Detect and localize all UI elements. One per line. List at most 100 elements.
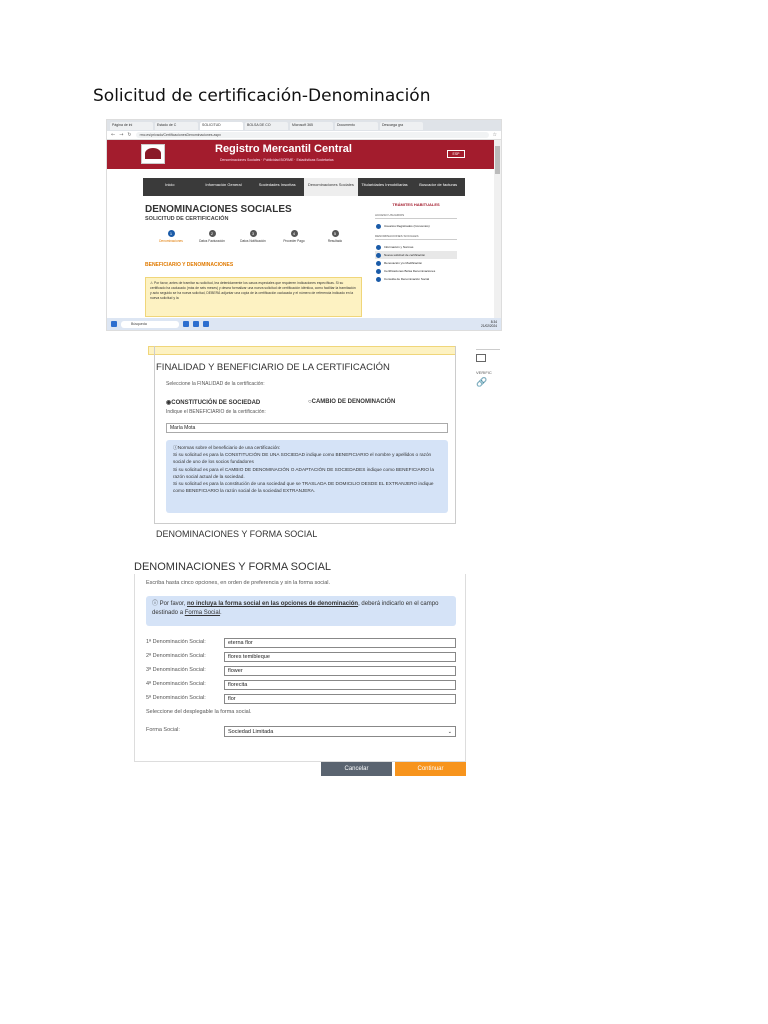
denominacion-input-5[interactable]: flor — [224, 694, 456, 704]
main-nav: Inicio Información General Sociedades In… — [143, 178, 465, 196]
info-line: Si su solicitud es para el CAMBIO DE DEN… — [173, 466, 434, 479]
forma-social-select[interactable]: Sociedad Limitada ⌄ — [224, 726, 456, 737]
browser-screenshot: Página de ini Estado de C SOLICITUD BOLS… — [106, 119, 502, 331]
page-title: DENOMINACIONES SOCIALES — [145, 204, 292, 215]
denominacion-row: 5ª Denominación Social: flor — [146, 694, 458, 704]
divider — [476, 349, 500, 350]
nav-facturas[interactable]: Buscador de facturas — [411, 178, 465, 196]
denominacion-row: 2ª Denominación Social: flores temiblequ… — [146, 652, 458, 662]
os-taskbar: Búsqueda 8:34 21/02/2024 — [107, 318, 501, 330]
info-line: Si su solicitud es para la constitución … — [173, 481, 434, 494]
sidebar-section: DENOMINACIONES SOCIALES — [375, 234, 457, 240]
rmc-title: Registro Mercantil Central — [215, 143, 352, 155]
star-icon[interactable]: ☆ — [493, 132, 497, 138]
nav-titularidades[interactable]: Titularidades Inmobiliarias — [358, 178, 412, 196]
forma-social-link[interactable]: Forma Social — [185, 610, 220, 616]
denominacion-label: 1ª Denominación Social: — [146, 639, 206, 645]
taskbar-app-icon[interactable] — [203, 321, 209, 327]
step-label: Resultado — [327, 239, 343, 243]
sidebar-item-bolsa[interactable]: Certificaciones Bolsa Denominaciones — [375, 267, 457, 275]
url-field[interactable]: rmc.es/privado/CertificacionesDenominaci… — [135, 132, 489, 138]
forma-social-label: Forma Social: — [146, 727, 180, 733]
taskbar-clock: 8:34 21/02/2024 — [481, 320, 497, 328]
radio-cambio[interactable]: ○CAMBIO DE DENOMINACIÓN — [308, 399, 395, 405]
step-label: Datos Facturación — [199, 239, 225, 243]
nav-informacion[interactable]: Información General — [197, 178, 251, 196]
denominacion-label: 5ª Denominación Social: — [146, 695, 206, 701]
radio-constitucion[interactable]: ◉CONSTITUCIÓN DE SOCIEDAD — [166, 399, 260, 406]
reload-icon[interactable]: ↻ — [127, 132, 131, 138]
page-subtitle: SOLICITUD DE CERTIFICACIÓN — [145, 216, 229, 222]
taskbar-search[interactable]: Búsqueda — [121, 320, 179, 328]
step-number: 5 — [331, 230, 339, 237]
nav-denominaciones[interactable]: Denominaciones Sociales — [304, 178, 358, 196]
beneficiario-prompt: Indique el BENEFICIARIO de la certificac… — [166, 409, 266, 415]
section-heading: BENEFICIARIO Y DENOMINACIONES — [145, 262, 234, 268]
nav-sociedades[interactable]: Sociedades Inscritas — [250, 178, 304, 196]
step: 3 Datos Notificación — [233, 230, 273, 250]
sidebar-item-usuarios[interactable]: Usuarios Registrados (Convenios) — [375, 222, 457, 230]
scrollbar[interactable] — [494, 140, 501, 318]
denominacion-input-3[interactable]: flower — [224, 666, 456, 676]
beneficiario-input[interactable]: María Mota — [166, 423, 448, 433]
browser-tab-active[interactable]: SOLICITUD — [200, 121, 243, 130]
browser-tab[interactable]: Microsoft 365 — [290, 121, 333, 130]
beneficiario-info-box: ⓘNormas sobre el beneficiario de una cer… — [166, 440, 448, 513]
sidebar: TRÁMITES HABITUALES ACCESO USUARIOS Usua… — [375, 202, 457, 283]
info-prefix: ⓘ Por favor, — [152, 601, 188, 607]
chevron-down-icon: ⌄ — [447, 729, 452, 735]
info-end: . — [220, 610, 222, 616]
rmc-logo-icon — [141, 144, 165, 164]
browser-tab[interactable]: Estado de C — [155, 121, 198, 130]
browser-tabbar: Página de ini Estado de C SOLICITUD BOLS… — [107, 120, 501, 131]
info-bold: no incluya la forma social en las opcion… — [187, 601, 359, 607]
denominacion-label: 3ª Denominación Social: — [146, 667, 206, 673]
sidebar-item-info[interactable]: Información y Normas — [375, 243, 457, 251]
select-prompt: Seleccione del desplegable la forma soci… — [146, 709, 252, 715]
denominacion-input-4[interactable]: florecita — [224, 680, 456, 690]
document-title: Solicitud de certificación-Denominación — [93, 86, 431, 106]
sidebar-title: TRÁMITES HABITUALES — [392, 202, 440, 207]
forward-icon[interactable]: → — [119, 132, 123, 138]
finalidad-heading: FINALIDAD Y BENEFICIARIO DE LA CERTIFICA… — [156, 362, 390, 373]
browser-tab[interactable]: Documento — [335, 121, 378, 130]
forma-social-row: Forma Social: Sociedad Limitada ⌄ — [146, 726, 458, 737]
denominaciones-heading: DENOMINACIONES Y FORMA SOCIAL — [156, 529, 318, 539]
taskbar-app-icon[interactable] — [193, 321, 199, 327]
step-label: Datos Notificación — [240, 239, 266, 243]
clock-date: 21/02/2024 — [481, 324, 497, 328]
nav-inicio[interactable]: Inicio — [143, 178, 197, 196]
denominacion-input-2[interactable]: flores temibleque — [224, 652, 456, 662]
browser-tab[interactable]: Descarga gra — [380, 121, 423, 130]
denominacion-label: 4ª Denominación Social: — [146, 681, 206, 687]
browser-tab[interactable]: Página de ini — [110, 121, 153, 130]
forma-social-value: Sociedad Limitada — [228, 729, 274, 735]
cancel-button[interactable]: Cancelar — [321, 762, 392, 776]
continue-button[interactable]: Continuar — [395, 762, 466, 776]
denominaciones-screenshot: DENOMINACIONES Y FORMA SOCIAL Escriba ha… — [106, 557, 486, 789]
link-icon: 🔗 — [476, 377, 488, 387]
step-label: Denominaciones — [159, 239, 183, 243]
denominacion-input-1[interactable]: eterna flor — [224, 638, 456, 648]
browser-addressbar: ← → ↻ rmc.es/privado/CertificacionesDeno… — [107, 131, 501, 140]
step-number: 4 — [290, 230, 298, 237]
rmc-header: Registro Mercantil Central Denominacione… — [107, 140, 501, 169]
step: 1 Denominaciones — [151, 230, 191, 250]
sidebar-item-nueva[interactable]: Nueva solicitud de certificación — [375, 251, 457, 259]
sidebar-item-renovacion[interactable]: Renovación y/o Modificación — [375, 259, 457, 267]
language-select[interactable]: ESP — [447, 150, 465, 158]
sidebar-item-consulta[interactable]: Consulta de Denominación Social — [375, 275, 457, 283]
browser-tab[interactable]: BOLSA DE CO — [245, 121, 288, 130]
step: 5 Resultado — [315, 230, 355, 250]
forma-social-info-box: ⓘ Por favor, no incluya la forma social … — [146, 596, 456, 626]
side-panel: VERIFIC 🔗 — [476, 346, 500, 406]
step-number: 1 — [167, 230, 175, 237]
step: 4 Proceder Pago — [274, 230, 314, 250]
start-icon[interactable] — [111, 321, 117, 327]
taskbar-app-icon[interactable] — [183, 321, 189, 327]
back-icon[interactable]: ← — [111, 132, 115, 138]
denominaciones-prompt: Escriba hasta cinco opciones, en orden d… — [146, 580, 331, 586]
rmc-subtitle: Denominaciones Sociales · Publicidad BOR… — [220, 158, 334, 162]
window-icon — [476, 354, 486, 362]
denominacion-label: 2ª Denominación Social: — [146, 653, 206, 659]
